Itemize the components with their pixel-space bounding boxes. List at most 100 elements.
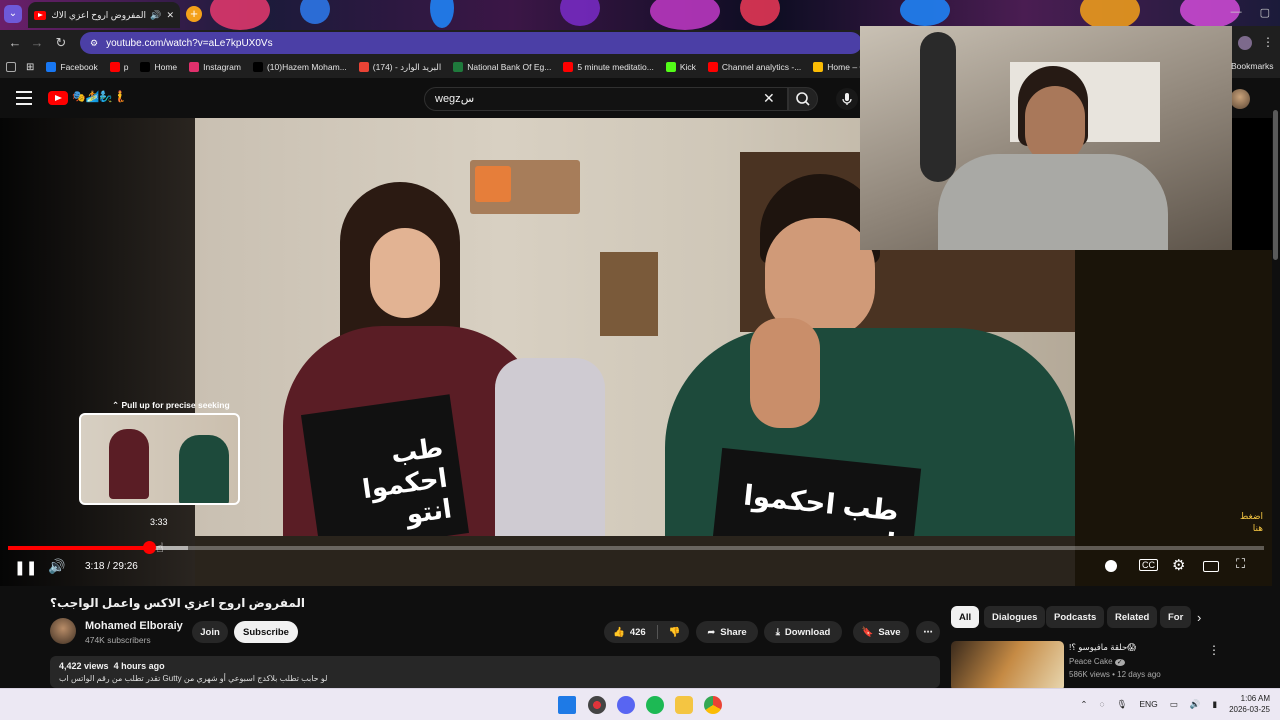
network-tray-icon[interactable]: ◌ <box>1099 699 1104 709</box>
bookmark-item[interactable]: Home – G <box>813 62 866 73</box>
bookmark-favicon-icon <box>563 62 574 72</box>
share-icon: ➦ <box>707 626 716 638</box>
download-button[interactable]: ⤓ Download <box>764 621 842 643</box>
mute-button[interactable]: 🔊 <box>48 558 65 575</box>
battery-icon[interactable]: ▮ <box>1212 699 1217 710</box>
bookmark-item[interactable]: p <box>109 62 128 73</box>
progress-scrubber[interactable] <box>143 541 156 554</box>
share-button[interactable]: ➦ Share <box>696 621 758 643</box>
tab-search-button[interactable]: ⌄ <box>4 5 22 23</box>
thumbs-up-icon: 👍 <box>613 626 625 638</box>
subscribe-button[interactable]: Subscribe <box>234 621 298 643</box>
profile-icon[interactable] <box>1238 36 1252 50</box>
reload-icon[interactable]: ↻ <box>52 34 70 52</box>
bookmark-item[interactable]: 5 minute meditatio... <box>563 62 654 73</box>
bookmark-favicon-icon <box>358 62 369 72</box>
file-explorer-icon[interactable] <box>675 696 693 714</box>
verified-icon: ✓ <box>1114 659 1125 666</box>
filter-chip[interactable]: Podcasts <box>1046 606 1105 628</box>
subtitles-icon[interactable]: CC <box>1139 559 1158 571</box>
back-arrow-icon[interactable]: ← <box>6 34 24 52</box>
maximize-icon[interactable]: ▢ <box>1260 6 1270 19</box>
recommendation-thumbnail[interactable] <box>951 641 1064 691</box>
scrollbar-thumb[interactable] <box>1273 110 1278 260</box>
youtube-logo-icon[interactable] <box>48 91 68 105</box>
settings-gear-icon[interactable]: ⚙ <box>1172 556 1185 574</box>
bookmark-item[interactable]: National Bank Of Eg... <box>453 62 551 73</box>
minimize-icon[interactable]: — <box>1231 6 1242 19</box>
clock[interactable]: 1:06 AM 2026-03-25 <box>1229 693 1270 715</box>
voice-search-button[interactable] <box>836 88 858 110</box>
display-icon[interactable]: ▭ <box>1170 699 1178 710</box>
volume-icon: 🔊 <box>48 558 66 574</box>
bookmark-item[interactable]: Kick <box>665 62 696 73</box>
channel-avatar[interactable] <box>50 618 76 644</box>
pause-button[interactable]: ❚❚ <box>14 559 37 576</box>
spotify-icon[interactable] <box>646 696 664 714</box>
miniplayer-icon[interactable] <box>1203 561 1219 572</box>
microphone-tray-icon[interactable]: 🎙 <box>1117 699 1128 710</box>
channel-name[interactable]: Mohamed Elboraiy <box>85 620 183 632</box>
progress-played <box>8 546 149 550</box>
video-title: المفروض اروح اعزي الاكس واعمل الواجب؟ <box>50 596 306 610</box>
bookmark-item[interactable]: Channel analytics -... <box>707 62 801 73</box>
bookmark-favicon-icon <box>707 62 718 72</box>
more-actions-button[interactable]: ⋯ <box>916 621 940 643</box>
active-tab[interactable]: المفروض اروح اعزي الاك (50) 🔊 ✕ <box>28 2 180 28</box>
bookmark-item[interactable]: Home <box>140 62 177 73</box>
all-bookmarks[interactable]: Bookmarks <box>1231 61 1274 71</box>
filter-chip[interactable]: All <box>951 606 980 628</box>
search-button[interactable] <box>788 87 818 111</box>
speaker-tray-icon[interactable]: 🔊 <box>1190 699 1201 710</box>
fullscreen-icon[interactable]: ⛶ <box>1236 556 1245 572</box>
dislike-button[interactable]: 👎 <box>669 627 681 638</box>
recommendation-title[interactable]: 😱حلقة مافيوسو ؟! <box>1069 642 1136 653</box>
bookmark-item[interactable]: Facebook <box>46 62 98 73</box>
filter-chip[interactable]: For <box>1160 606 1192 628</box>
save-button[interactable]: 🔖 Save <box>853 621 909 643</box>
windows-start-icon[interactable] <box>558 696 576 714</box>
autoplay-toggle[interactable] <box>1105 560 1117 572</box>
description-box[interactable]: 4,422 views 4 hours ago لو حابب تطلب بلا… <box>50 656 940 688</box>
join-button[interactable]: Join <box>192 621 228 643</box>
language-indicator[interactable]: ENG <box>1139 699 1157 709</box>
clock-time: 1:06 AM <box>1240 694 1270 703</box>
chevron-up-icon[interactable]: ⌃ <box>1080 699 1087 710</box>
forward-arrow-icon[interactable]: → <box>28 34 46 52</box>
webcam-overlay <box>860 26 1232 250</box>
bookmark-item[interactable]: Instagram <box>189 62 241 73</box>
address-bar[interactable]: ⚙ youtube.com/watch?v=aLe7kpUX0Vs <box>80 32 862 54</box>
bookmark-favicon-icon <box>189 62 200 72</box>
account-avatar[interactable] <box>1230 89 1250 109</box>
progress-bar[interactable] <box>8 546 1264 550</box>
search-input[interactable]: wegzس <box>424 87 788 111</box>
system-tray: ⌃ ◌ 🎙 ENG ▭ 🔊 ▮ 1:06 AM 2026-03-25 <box>1080 693 1270 715</box>
clear-search-icon[interactable]: ✕ <box>763 90 775 107</box>
upload-age: 4 hours ago <box>113 661 165 671</box>
sidebar-toggle-icon[interactable] <box>6 62 16 72</box>
bookmark-label: (10)Hazem Moham... <box>266 62 347 72</box>
menu-icon[interactable] <box>16 91 32 105</box>
filter-chip[interactable]: Related <box>1107 606 1158 628</box>
tab-title: المفروض اروح اعزي الاك (50) <box>50 9 146 20</box>
bookmark-item[interactable]: (174) - البريد الوارد <box>358 62 441 73</box>
browser-menu-icon[interactable]: ⋮ <box>1262 35 1274 49</box>
like-button[interactable]: 👍 426 <box>613 627 646 638</box>
more-vertical-icon[interactable]: ⋮ <box>1208 643 1220 657</box>
filter-chip[interactable]: Dialogues <box>984 606 1046 628</box>
site-settings-icon[interactable]: ⚙ <box>90 38 98 49</box>
close-tab-icon[interactable]: ✕ <box>166 10 174 21</box>
desk <box>195 536 1075 586</box>
apps-grid-icon[interactable]: ⊞ <box>26 62 34 73</box>
download-label: Download <box>784 626 831 638</box>
chevron-right-icon[interactable]: › <box>1197 610 1201 625</box>
video-right-shadow <box>1075 250 1272 586</box>
app-icon-red[interactable] <box>588 696 606 714</box>
discord-icon[interactable] <box>617 696 635 714</box>
chrome-icon[interactable] <box>704 696 722 714</box>
new-tab-button[interactable]: + <box>186 6 202 22</box>
press-here-overlay[interactable]: اضغط هنا <box>1235 510 1263 534</box>
speaker-icon[interactable]: 🔊 <box>150 10 161 21</box>
view-count: 4,422 views <box>59 661 109 671</box>
bookmark-item[interactable]: (10)Hazem Moham... <box>252 62 347 73</box>
